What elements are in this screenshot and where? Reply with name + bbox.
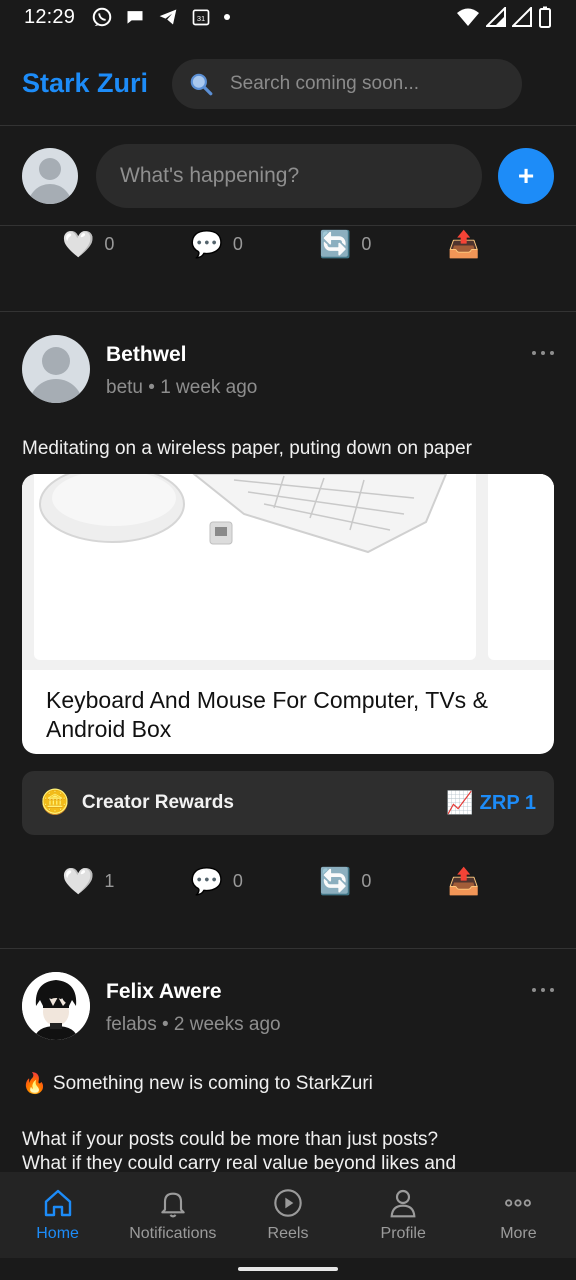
search-icon (190, 73, 213, 95)
heart-icon: 🤍 (62, 866, 95, 896)
status-time: 12:29 (24, 5, 76, 28)
wifi-icon (457, 8, 479, 26)
nav-label: Profile (380, 1225, 426, 1242)
divider (0, 311, 576, 312)
nav-more[interactable]: More (461, 1172, 576, 1258)
battery-icon (539, 6, 551, 28)
repost-count: 0 (361, 233, 372, 254)
keyboard-mouse-image (39, 474, 448, 554)
post-text: 🔥 Something new is coming to StarkZuri (22, 1072, 554, 1096)
post-composer: What's happening? + (0, 126, 576, 226)
nav-reels[interactable]: Reels (230, 1172, 345, 1258)
creator-rewards-label: Creator Rewards (81, 792, 234, 813)
share-button[interactable]: 📤 (448, 868, 576, 894)
comment-count: 0 (232, 870, 243, 891)
nav-home[interactable]: Home (0, 1172, 115, 1258)
post-menu-icon[interactable] (532, 351, 554, 355)
post-actions: 🤍 0 💬 0 🔄 0 📤 (0, 224, 576, 264)
telegram-icon (159, 9, 177, 25)
anime-avatar-image (22, 972, 90, 1040)
comment-button[interactable]: 💬 0 (191, 868, 320, 894)
share-icon: 📤 (447, 229, 480, 259)
calendar-icon: 31 (192, 9, 210, 26)
post-author[interactable]: Bethwel (106, 343, 257, 367)
post-meta: felabs • 2 weeks ago (106, 1014, 281, 1035)
avatar[interactable] (22, 335, 90, 403)
comment-icon: 💬 (190, 866, 223, 896)
post-meta: betu • 1 week ago (106, 377, 258, 398)
signal-icon (486, 7, 506, 27)
repost-icon: 🔄 (319, 866, 352, 896)
search-bar[interactable]: Search coming soon... (172, 58, 522, 109)
comment-button[interactable]: 💬 0 (191, 231, 320, 257)
user-icon (390, 1189, 416, 1218)
gesture-bar (0, 1258, 576, 1280)
bottom-navigation: Home Notifications Reels Profile More (0, 1172, 576, 1258)
divider (0, 948, 576, 949)
home-icon (44, 1189, 71, 1217)
repost-icon: 🔄 (319, 229, 352, 259)
home-indicator[interactable] (238, 1267, 338, 1271)
avatar[interactable] (22, 972, 90, 1040)
rewards-amount: ZRP 1 (479, 791, 536, 814)
like-button[interactable]: 🤍 0 (62, 231, 191, 257)
more-icon (505, 1199, 532, 1207)
heart-icon: 🤍 (62, 229, 95, 259)
post-header: Felix Awere felabs • 2 weeks ago (22, 972, 554, 1040)
svg-text:31: 31 (197, 14, 205, 23)
post-author[interactable]: Felix Awere (106, 980, 281, 1004)
share-icon: 📤 (447, 866, 480, 896)
repost-button[interactable]: 🔄 0 (319, 231, 448, 257)
bell-icon (161, 1192, 185, 1218)
rewards-value: 📈 ZRP 1 (446, 792, 536, 815)
avatar[interactable] (22, 147, 78, 204)
nav-label: More (500, 1225, 537, 1242)
like-button[interactable]: 🤍 1 (62, 868, 191, 894)
link-preview-card[interactable]: Keyboard And Mouse For Computer, TVs & A… (22, 474, 554, 754)
share-button[interactable]: 📤 (448, 231, 576, 257)
nav-profile[interactable]: Profile (346, 1172, 461, 1258)
like-count: 1 (104, 870, 115, 891)
search-placeholder: Search coming soon... (230, 72, 420, 94)
dot-icon (224, 14, 231, 20)
post-menu-icon[interactable] (532, 988, 554, 992)
comment-count: 0 (232, 233, 243, 254)
signal-icon-2 (512, 7, 532, 27)
post-text-line: What if your posts could be more than ju… (22, 1129, 439, 1150)
post-text-line: Something new is coming to StarkZuri (52, 1073, 373, 1094)
comment-icon: 💬 (190, 229, 223, 259)
coin-icon: 🪙 (40, 789, 70, 816)
nav-label: Home (36, 1225, 79, 1242)
app-header: Stark Zuri Search coming soon... (0, 42, 576, 126)
link-preview-image (22, 474, 554, 670)
brand-logo[interactable]: Stark Zuri (22, 68, 172, 99)
whatsapp-icon (92, 7, 112, 27)
post-header: Bethwel betu • 1 week ago (22, 335, 554, 403)
chat-icon (127, 11, 143, 24)
fire-icon: 🔥 (22, 1073, 47, 1095)
creator-rewards-bar[interactable]: 🪙 Creator Rewards 📈 ZRP 1 (22, 771, 554, 835)
compose-input[interactable]: What's happening? (96, 143, 482, 208)
link-preview-title: Keyboard And Mouse For Computer, TVs & A… (46, 687, 488, 742)
like-count: 0 (104, 233, 115, 254)
nav-notifications[interactable]: Notifications (115, 1172, 230, 1258)
play-icon (274, 1189, 302, 1217)
chart-up-icon: 📈 (446, 790, 474, 815)
repost-count: 0 (361, 870, 372, 891)
status-bar: 12:29 31 (0, 0, 576, 34)
nav-label: Reels (267, 1225, 309, 1242)
nav-label: Notifications (129, 1225, 217, 1242)
post-text: Meditating on a wireless paper, puting d… (22, 438, 472, 459)
repost-button[interactable]: 🔄 0 (319, 868, 448, 894)
post-actions: 🤍 1 💬 0 🔄 0 📤 (0, 861, 576, 901)
create-post-button[interactable]: + (498, 147, 554, 204)
